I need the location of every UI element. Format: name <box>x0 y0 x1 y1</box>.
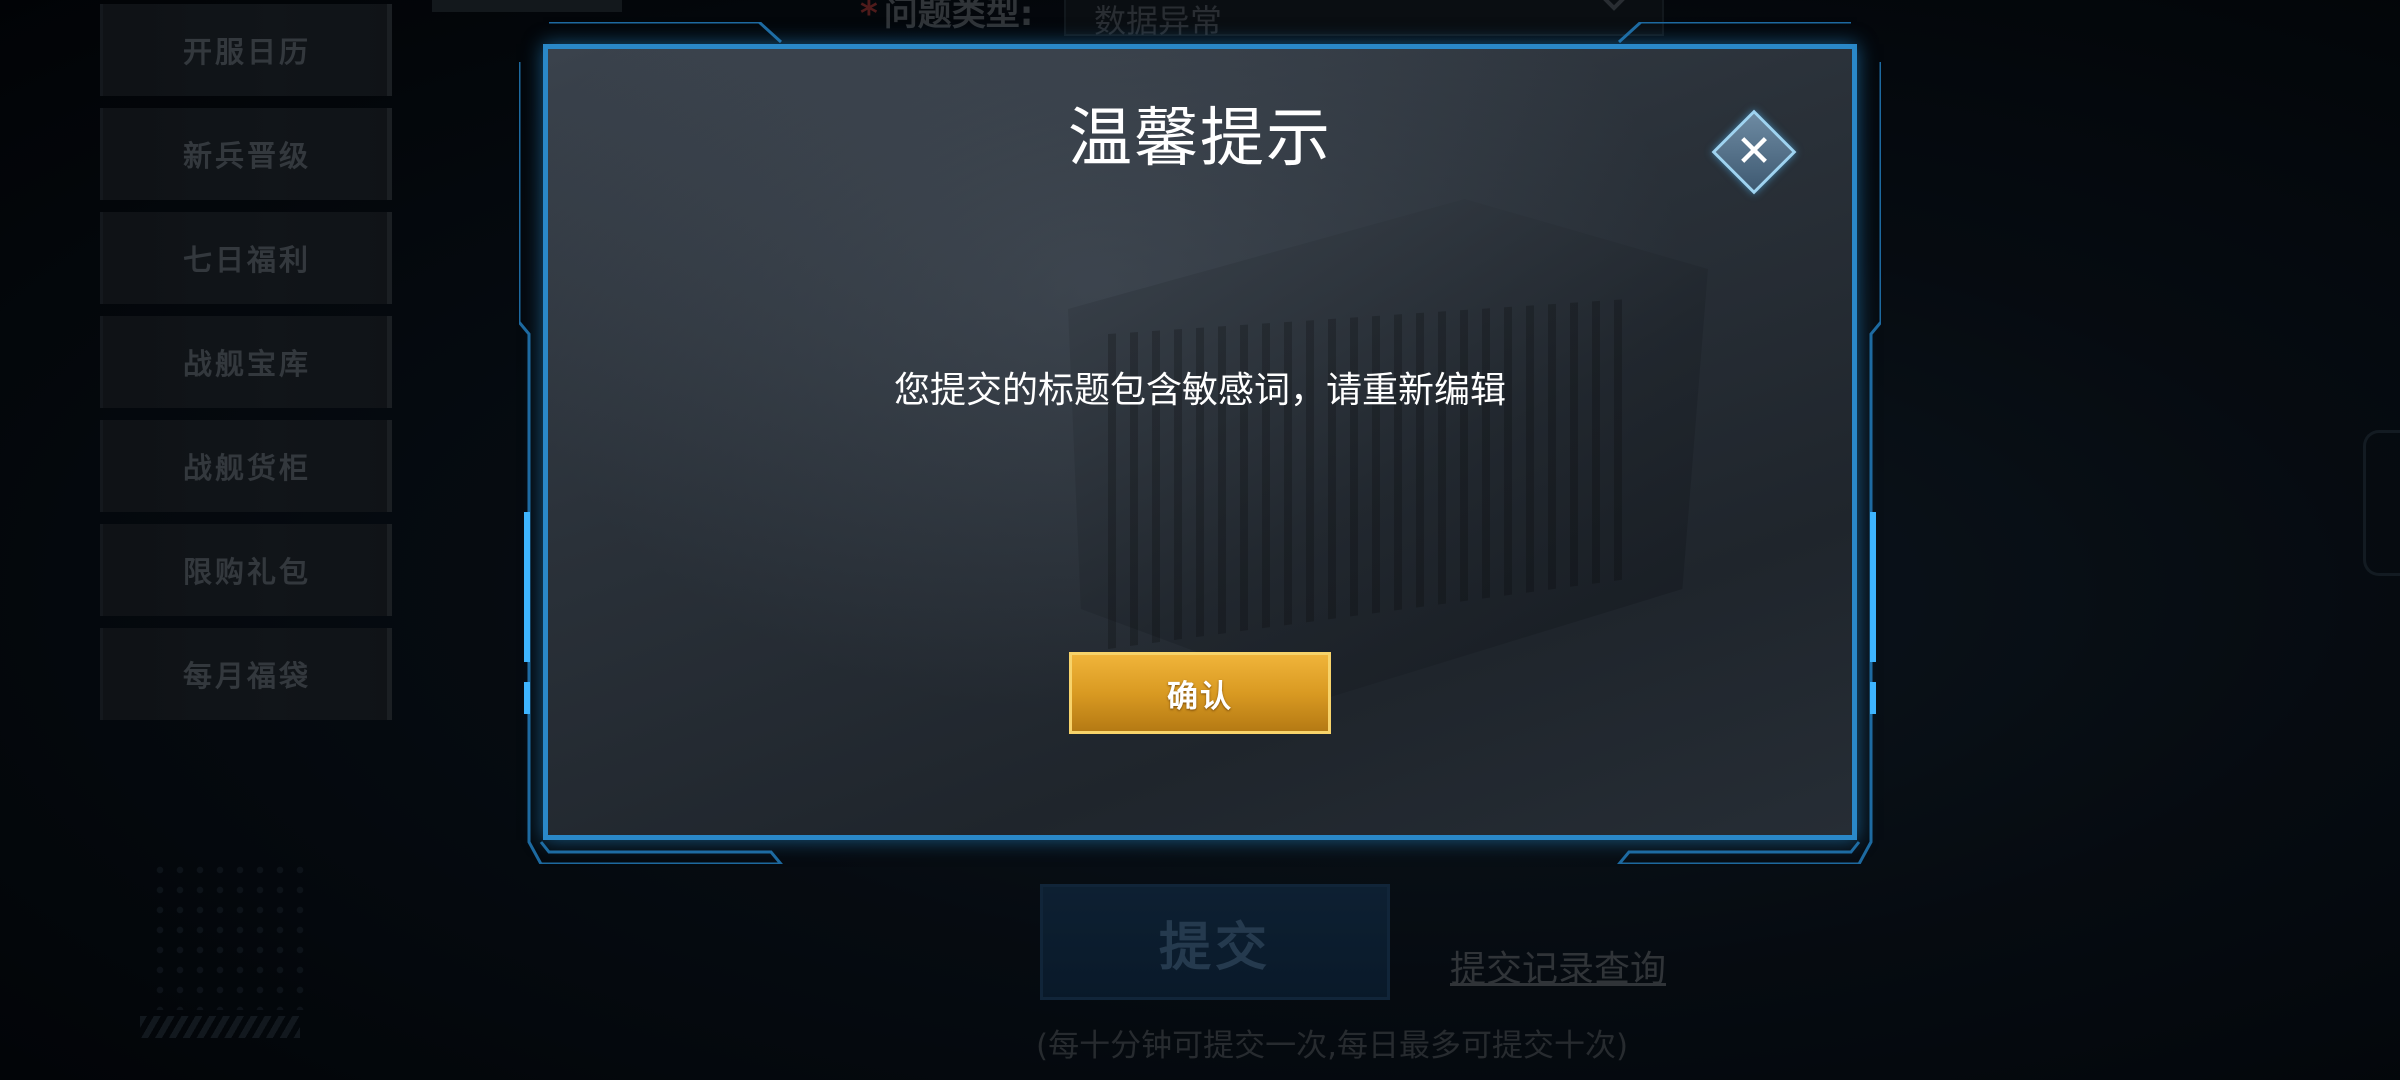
dialog-message: 您提交的标题包含敏感词，请重新编辑 <box>893 370 1506 411</box>
close-icon: ✕ <box>1735 126 1773 177</box>
confirm-button[interactable]: 确认 <box>1069 652 1331 734</box>
close-button[interactable]: ✕ <box>1711 109 1797 195</box>
dialog-title: 温馨提示 <box>1068 102 1332 176</box>
